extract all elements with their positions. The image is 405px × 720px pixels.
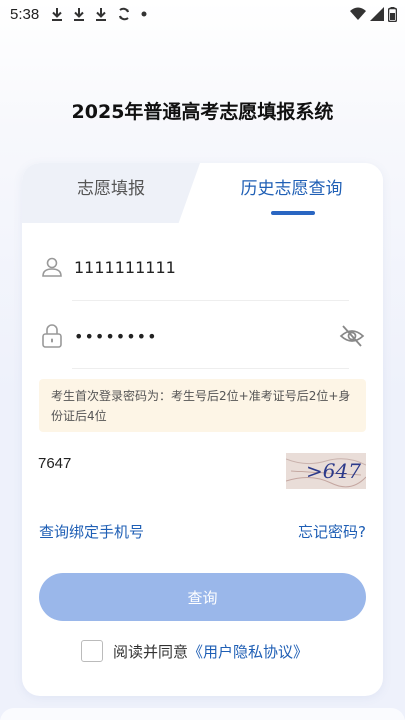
signal-icon [370,7,384,21]
tab-history-query[interactable]: 历史志愿查询 [200,163,383,215]
user-icon [38,253,66,281]
bind-phone-link[interactable]: 查询绑定手机号 [39,521,144,542]
status-bar: 5:38 [0,0,405,28]
notification-icons [51,7,147,21]
dot-icon [141,11,147,17]
eye-off-icon[interactable] [339,323,365,349]
active-tab-indicator [271,211,315,215]
download-icon [96,8,107,21]
download-icon [74,8,85,21]
password-row: •••••••• [38,316,351,356]
agreement-text: 阅读并同意 [113,642,189,661]
password-hint-notice: 考生首次登录密码为：考生号后2位+准考证号后2位+身份证后4位 [39,379,366,432]
download-icon [52,8,63,21]
privacy-agreement-link[interactable]: 《用户隐私协议》 [188,641,308,662]
username-divider [72,300,349,301]
login-card: 志愿填报 历史志愿查询 •••••••• 考生首次登录密码为：考生号后2位+准考… [22,163,383,696]
username-row [38,247,351,287]
captcha-image[interactable]: >647 [286,453,366,489]
captcha-input[interactable]: 7647 [38,455,71,472]
captcha-image-text: >647 [306,459,361,483]
bottom-panel [0,708,405,720]
battery-icon [388,6,397,22]
agreement-checkbox[interactable] [81,640,103,662]
password-input[interactable]: •••••••• [74,327,351,346]
lock-icon [38,322,66,350]
system-icons [350,6,397,22]
agreement-row: 阅读并同意 《用户隐私协议》 [81,639,308,663]
sync-icon [119,7,130,21]
username-input[interactable] [74,257,351,277]
wifi-icon [350,7,366,20]
status-time: 5:38 [10,5,40,23]
forgot-password-link[interactable]: 忘记密码? [298,521,366,542]
page-title: 2025年普通高考志愿填报系统 [71,101,334,123]
query-button[interactable]: 查询 [39,573,366,621]
password-divider [72,368,349,369]
tab-volunteer-apply[interactable]: 志愿填报 [22,163,200,215]
